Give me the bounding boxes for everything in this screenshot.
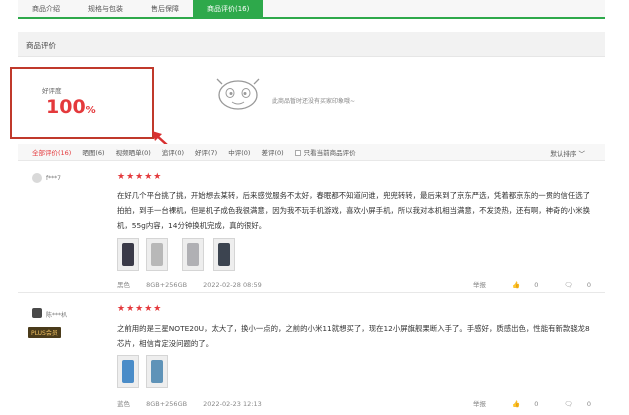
empty-impression-text: 此商品暂时还没有买家印象哦~	[272, 98, 356, 105]
like-button[interactable]: 👍 0	[500, 400, 538, 408]
rating-unit: %	[85, 105, 96, 116]
only-current-label: 只看当前商品评价	[303, 149, 356, 157]
review-date: 2022-02-23 12:13	[203, 400, 262, 408]
review-item: f***7 ★★★★★ 在好几个平台挑了挑，开始想去某转，后来感觉服务不太好，春…	[18, 165, 605, 293]
purchase-spec: 8GB+256GB	[146, 400, 188, 408]
reviewer-name: 陈***朳	[46, 312, 68, 319]
chevron-down-icon: ﹀	[578, 150, 586, 158]
filter-video[interactable]: 视频晒单(0)	[116, 147, 151, 157]
like-count: 0	[534, 281, 539, 289]
review-actions: 举报 👍 0 🗨 0	[461, 279, 591, 289]
tab-after-sales[interactable]: 售后保障	[137, 0, 193, 19]
rating-label: 好评度	[42, 87, 62, 95]
review-actions: 举报 👍 0 🗨 0	[461, 398, 591, 408]
star-rating: ★★★★★	[117, 304, 163, 314]
purchase-spec: 8GB+256GB	[146, 281, 188, 289]
tab-product-intro[interactable]: 商品介绍	[18, 0, 74, 19]
review-text: 之前用的是三星NOTE20U，太大了，换小一点的，之前的小米11就想买了，现在1…	[117, 324, 590, 348]
tab-reviews[interactable]: 商品评价(16)	[193, 0, 264, 19]
rating-value: 100%	[46, 96, 96, 118]
review-item: 陈***朳 PLUS会员 ★★★★★ 之前用的是三星NOTE20U，太大了，换小…	[18, 300, 605, 415]
avatar	[32, 173, 42, 183]
thumbs-up-icon: 👍	[512, 281, 521, 289]
review-date: 2022-02-28 08:59	[203, 281, 262, 289]
purchase-meta: 黑色 8GB+256GB 2022-02-28 08:59	[117, 279, 276, 289]
tab-specs[interactable]: 规格与包装	[74, 0, 137, 19]
sort-dropdown[interactable]: 默认排序 ﹀	[550, 148, 585, 158]
purchase-meta: 蓝色 8GB+256GB 2022-02-23 12:13	[117, 398, 276, 408]
sort-label: 默认排序	[550, 150, 577, 158]
review-photo-thumbnail[interactable]	[182, 238, 204, 271]
filter-negative[interactable]: 差评(0)	[261, 147, 283, 157]
filter-photos[interactable]: 晒图(6)	[82, 147, 104, 157]
product-tabs: 商品介绍 规格与包装 售后保障 商品评价(16)	[18, 0, 605, 19]
review-filter-bar: 全部评价(16) 晒图(6) 视频晒单(0) 追评(0) 好评(7) 中评(0)…	[18, 144, 605, 161]
section-title: 商品评价	[26, 41, 56, 50]
filter-followup[interactable]: 追评(0)	[162, 147, 184, 157]
review-photo-thumbnail[interactable]	[146, 238, 168, 271]
review-photo-thumbnail[interactable]	[213, 238, 235, 271]
like-button[interactable]: 👍 0	[500, 281, 538, 289]
rating-summary-box: 好评度 100%	[10, 67, 154, 139]
review-photo-thumbnail[interactable]	[117, 238, 139, 271]
empty-impression-mascot-icon	[216, 78, 260, 110]
plus-member-badge: PLUS会员	[28, 327, 61, 338]
comment-icon: 🗨	[564, 400, 573, 408]
only-current-checkbox[interactable]	[294, 150, 301, 156]
filter-all[interactable]: 全部评价(16)	[32, 147, 71, 157]
like-count: 0	[534, 400, 539, 408]
comment-button[interactable]: 🗨 0	[553, 400, 591, 408]
reviewer-name: f***7	[46, 175, 61, 182]
report-link[interactable]: 举报	[473, 281, 486, 289]
avatar	[32, 308, 42, 318]
only-current-product-toggle[interactable]: 只看当前商品评价	[294, 147, 356, 157]
comment-icon: 🗨	[564, 281, 573, 289]
report-link[interactable]: 举报	[473, 400, 486, 408]
filter-positive[interactable]: 好评(7)	[195, 147, 217, 157]
purchase-color: 蓝色	[117, 400, 130, 408]
comment-button[interactable]: 🗨 0	[553, 281, 591, 289]
comment-count: 0	[586, 400, 591, 408]
filter-neutral[interactable]: 中评(0)	[228, 147, 250, 157]
review-photo-thumbnail[interactable]	[146, 355, 168, 388]
reviews-section-header: 商品评价	[18, 32, 605, 57]
review-text: 在好几个平台挑了挑，开始想去某转，后来感觉服务不太好，春眠都不知道问谁，兜兜转转…	[117, 191, 591, 230]
purchase-color: 黑色	[117, 281, 130, 289]
rating-number: 100	[46, 96, 86, 118]
star-rating: ★★★★★	[117, 172, 163, 182]
review-photo-thumbnail[interactable]	[117, 355, 139, 388]
thumbs-up-icon: 👍	[512, 400, 521, 408]
comment-count: 0	[586, 281, 591, 289]
